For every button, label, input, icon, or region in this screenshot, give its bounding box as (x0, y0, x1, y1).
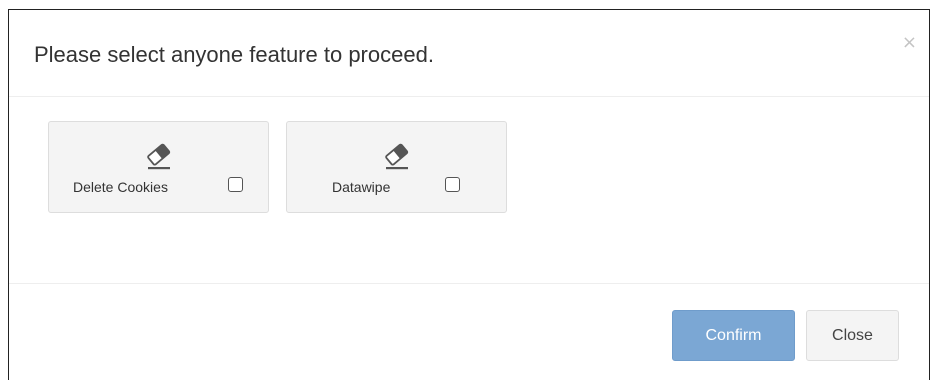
eraser-icon (385, 143, 409, 170)
feature-label: Delete Cookies (73, 179, 168, 195)
delete-cookies-checkbox[interactable] (228, 177, 243, 192)
feature-select-dialog: Please select anyone feature to proceed.… (8, 9, 930, 380)
dialog-body: Delete Cookies Datawipe (9, 97, 929, 283)
feature-card-delete-cookies[interactable]: Delete Cookies (48, 121, 269, 213)
feature-label: Datawipe (332, 179, 391, 195)
dialog-footer: Confirm Close (9, 283, 929, 380)
confirm-button[interactable]: Confirm (672, 310, 795, 361)
feature-card-datawipe[interactable]: Datawipe (286, 121, 507, 213)
close-button[interactable]: Close (806, 310, 899, 361)
dialog-title: Please select anyone feature to proceed. (34, 42, 434, 67)
close-icon[interactable]: × (902, 34, 917, 52)
dialog-header: Please select anyone feature to proceed.… (9, 10, 929, 97)
datawipe-checkbox[interactable] (445, 177, 460, 192)
eraser-icon (147, 143, 171, 170)
